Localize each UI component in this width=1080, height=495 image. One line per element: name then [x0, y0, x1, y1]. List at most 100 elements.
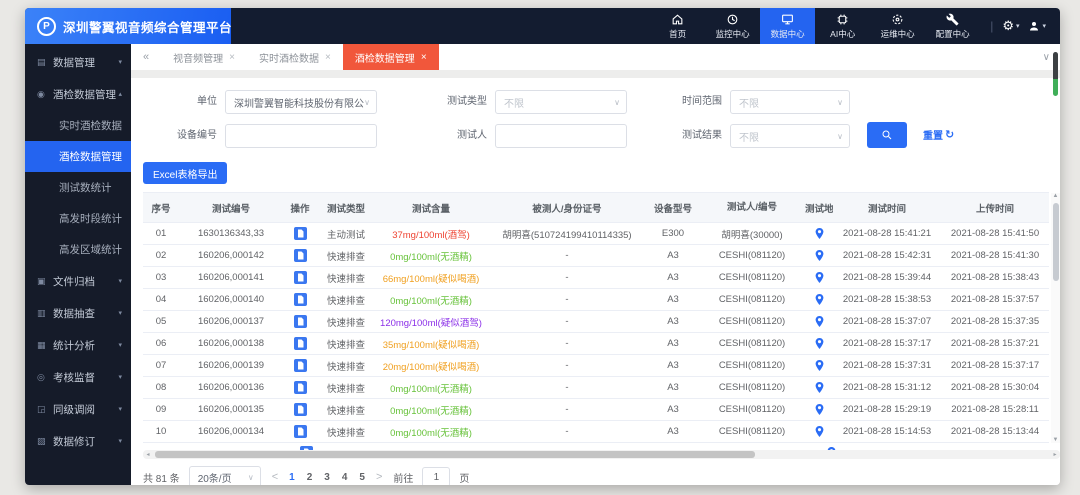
table-horizontal-scrollbar[interactable]: ◂ ▸: [143, 450, 1060, 459]
next-page-icon[interactable]: >: [374, 471, 384, 483]
excel-export-button[interactable]: Excel表格导出: [143, 162, 228, 184]
cell-subject-id: 胡明喜(510724199410114335): [487, 222, 647, 245]
page-number-button[interactable]: 4: [342, 472, 348, 483]
prev-page-icon[interactable]: <: [270, 471, 280, 483]
page-number-button[interactable]: 5: [359, 472, 365, 483]
location-pin-icon[interactable]: [814, 403, 825, 416]
table-header-row: 序号测试编号操作测试类型测试含量被测人/身份证号设备型号测试人/编号测试地点测试…: [143, 192, 1049, 223]
sidebar-item[interactable]: ▦ 统计分析 ▾: [25, 329, 131, 361]
operation-detail-icon[interactable]: [293, 271, 307, 284]
sidebar-item[interactable]: ▣ 文件归档 ▾: [25, 265, 131, 297]
table-vscroll-thumb[interactable]: [1052, 203, 1059, 281]
page-scrollbar-thumb[interactable]: [1053, 52, 1058, 79]
location-pin-icon[interactable]: [814, 337, 825, 350]
time-range-select[interactable]: 不限 ∨: [730, 90, 850, 114]
cell-device-model: A3: [647, 354, 699, 377]
cell-test-number: 160206,000137: [179, 310, 283, 333]
unit-select[interactable]: 深圳警翼智能科技股份有限公司 ∨: [225, 90, 377, 114]
location-pin-icon[interactable]: [814, 425, 825, 438]
operation-detail-icon[interactable]: [293, 337, 307, 350]
nav-item-ai-center[interactable]: AI中心: [815, 8, 870, 44]
table-row[interactable]: 07 160206,000139 快速排查 20mg/100ml(疑似喝酒) -…: [143, 354, 1049, 377]
operation-detail-icon[interactable]: [293, 403, 307, 416]
table-row[interactable]: 05 160206,000137 快速排查 120mg/100ml(疑似酒驾) …: [143, 310, 1049, 333]
operation-detail-icon[interactable]: [293, 381, 307, 394]
tab-close-icon[interactable]: ×: [229, 52, 235, 63]
tab-alcohol-data-mgmt[interactable]: 酒检数据管理 ×: [342, 44, 439, 70]
nav-item-ops-center[interactable]: 运维中心: [870, 8, 925, 44]
page-number-button[interactable]: 2: [307, 472, 313, 483]
tester-input[interactable]: [495, 124, 627, 148]
sidebar-item[interactable]: 高发区域统计: [25, 234, 131, 265]
page-size-select[interactable]: 20条/页 ∨: [188, 466, 261, 485]
sidebar-item[interactable]: 测试数统计: [25, 172, 131, 203]
sidebar-item[interactable]: ▤ 数据管理 ▾: [25, 46, 131, 78]
tab-close-icon[interactable]: ×: [421, 52, 427, 63]
location-pin-icon[interactable]: [814, 293, 825, 306]
expand-arrow-icon: ▾: [118, 342, 122, 349]
sidebar-item[interactable]: ▥ 数据抽查 ▾: [25, 297, 131, 329]
cell-device-model: A3: [647, 288, 699, 311]
scroll-right-icon[interactable]: ▸: [1050, 450, 1060, 459]
scroll-up-icon[interactable]: ▲: [1051, 193, 1060, 199]
nav-item-config-center[interactable]: 配置中心: [925, 8, 980, 44]
sidebar-item[interactable]: ◉ 酒检数据管理 ▴: [25, 78, 131, 110]
operation-detail-icon[interactable]: [293, 425, 307, 438]
table-row[interactable]: 10 160206,000134 快速排查 0mg/100ml(无酒精) - A…: [143, 420, 1049, 443]
page-number-button[interactable]: 1: [289, 472, 295, 483]
tabs-back-icon[interactable]: «: [143, 51, 149, 63]
location-pin-icon[interactable]: [814, 315, 825, 328]
sidebar-item-label: 酒检数据管理: [53, 88, 116, 101]
location-pin-icon[interactable]: [814, 271, 825, 284]
operation-detail-icon[interactable]: [293, 315, 307, 328]
test-type-select-value: 不限: [504, 98, 524, 110]
sidebar-item[interactable]: ▧ 数据修订 ▾: [25, 425, 131, 457]
table-row[interactable]: 01 1630136343,33 主动测试 37mg/100ml(酒驾) 胡明喜…: [143, 222, 1049, 245]
operation-detail-icon[interactable]: [293, 249, 307, 262]
expand-arrow-icon: ▴: [118, 91, 122, 98]
tab-close-icon[interactable]: ×: [325, 52, 331, 63]
nav-item-monitor-center[interactable]: 监控中心: [705, 8, 760, 44]
result-select-value: 不限: [739, 132, 759, 144]
location-pin-icon[interactable]: [814, 227, 825, 240]
table-row[interactable]: 08 160206,000136 快速排查 0mg/100ml(无酒精) - A…: [143, 376, 1049, 399]
tab-video-audio-mgmt[interactable]: 视音频管理 ×: [161, 44, 247, 70]
operation-detail-icon[interactable]: [293, 227, 307, 240]
table-row[interactable]: 02 160206,000142 快速排查 0mg/100ml(无酒精) - A…: [143, 244, 1049, 267]
tabbar-collapse-icon[interactable]: ∨: [1043, 52, 1050, 63]
location-pin-icon[interactable]: [814, 249, 825, 262]
scroll-down-icon[interactable]: ▼: [1051, 437, 1060, 443]
sidebar-item[interactable]: ◲ 同级调阅 ▾: [25, 393, 131, 425]
location-pin-icon[interactable]: [814, 359, 825, 372]
reset-link[interactable]: 重置 ↻: [923, 127, 954, 142]
cell-test-content: 0mg/100ml(无酒精): [375, 398, 487, 421]
cell-location: [805, 354, 833, 377]
location-pin-icon[interactable]: [814, 381, 825, 394]
goto-page-input[interactable]: [422, 467, 451, 485]
settings-gear-dropdown[interactable]: ⚙ ▾: [1002, 18, 1019, 34]
tab-realtime-alcohol-data[interactable]: 实时酒检数据 ×: [247, 44, 343, 70]
sidebar-item[interactable]: 高发时段统计: [25, 203, 131, 234]
sidebar-item[interactable]: 酒检数据管理: [25, 141, 131, 172]
table-row[interactable]: 09 160206,000135 快速排查 0mg/100ml(无酒精) - A…: [143, 398, 1049, 421]
test-type-select[interactable]: 不限 ∨: [495, 90, 627, 114]
sidebar-item[interactable]: ◎ 考核监督 ▾: [25, 361, 131, 393]
nav-item-home[interactable]: 首页: [650, 8, 705, 44]
user-account-dropdown[interactable]: ▾: [1028, 20, 1046, 32]
operation-detail-icon[interactable]: [293, 359, 307, 372]
result-select[interactable]: 不限 ∨: [730, 124, 850, 148]
table-hscroll-thumb[interactable]: [155, 451, 755, 458]
search-button[interactable]: [867, 122, 907, 148]
reset-icon: ↻: [945, 129, 955, 141]
page-scrollbar[interactable]: [1053, 52, 1058, 96]
device-no-input[interactable]: [225, 124, 377, 148]
sidebar-item[interactable]: 实时酒检数据: [25, 110, 131, 141]
table-row[interactable]: 03 160206,000141 快速排查 66mg/100ml(疑似喝酒) -…: [143, 266, 1049, 289]
nav-item-data-center[interactable]: 数据中心: [760, 8, 816, 44]
table-row[interactable]: 04 160206,000140 快速排查 0mg/100ml(无酒精) - A…: [143, 288, 1049, 311]
operation-detail-icon[interactable]: [293, 293, 307, 306]
table-row[interactable]: 06 160206,000138 快速排查 35mg/100ml(疑似喝酒) -…: [143, 332, 1049, 355]
table-vertical-scrollbar[interactable]: ▲ ▼: [1051, 193, 1060, 443]
page-number-button[interactable]: 3: [324, 472, 330, 483]
scroll-left-icon[interactable]: ◂: [143, 450, 153, 459]
